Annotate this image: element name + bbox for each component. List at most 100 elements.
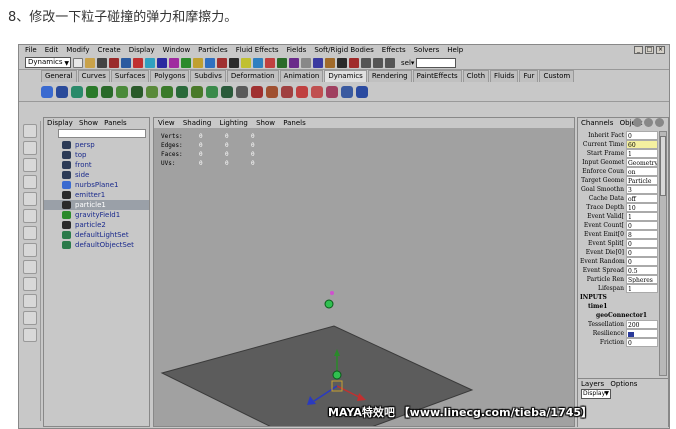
outliner-item-particle1[interactable]: particle1 xyxy=(44,200,149,210)
viewport-menu-shading[interactable]: Shading xyxy=(183,119,211,127)
menu-soft-rigid-bodies[interactable]: Soft/Rigid Bodies xyxy=(314,45,373,56)
select-by-rendering-icon[interactable] xyxy=(217,57,227,68)
channel-row[interactable]: Event Die[0] 0 xyxy=(580,248,658,257)
spring-constraint-icon[interactable] xyxy=(296,85,308,98)
select-by-curve-icon[interactable] xyxy=(169,57,179,68)
soft-body-icon[interactable] xyxy=(326,85,338,98)
select-hierarchy-icon[interactable] xyxy=(109,57,119,68)
outliner-item-defaultObjectSet[interactable]: defaultObjectSet xyxy=(44,240,149,250)
outliner-filter-field[interactable] xyxy=(58,129,146,138)
channel-row[interactable]: Particle Ren Spheres xyxy=(580,275,658,284)
tab-rendering[interactable]: Rendering xyxy=(367,70,412,82)
channel-row[interactable]: Input Geomet Geometry xyxy=(580,158,658,167)
outliner-menu-panels[interactable]: Panels xyxy=(104,119,127,127)
channel-value-field[interactable]: 60 xyxy=(626,140,658,149)
channel-row[interactable]: Event Count[0 xyxy=(580,221,658,230)
new-scene-icon[interactable] xyxy=(73,57,83,68)
select-by-dynamics-icon[interactable] xyxy=(205,57,215,68)
scrollbar-thumb[interactable] xyxy=(660,136,666,196)
layer-editor-icon[interactable] xyxy=(655,118,664,127)
select-by-joint-icon[interactable] xyxy=(157,57,167,68)
snap-view-plane-icon[interactable] xyxy=(289,57,299,68)
history-icon[interactable] xyxy=(313,57,323,68)
select-by-surface-icon[interactable] xyxy=(181,57,191,68)
tab-curves[interactable]: Curves xyxy=(77,70,110,82)
channel-value-field[interactable]: 0 xyxy=(626,221,658,230)
channel-row[interactable]: Trace Depth 10 xyxy=(580,203,658,212)
channel-value-field[interactable]: 200 xyxy=(626,320,658,329)
viewport-canvas[interactable]: Verts: 0 0 0 Edges: 0 0 0 Faces: 0 0 0 UVs: 0 0 0 xyxy=(154,128,574,428)
channel-value-field[interactable]: 0 xyxy=(626,131,658,140)
newton-field-icon[interactable] xyxy=(131,85,143,98)
channel-value-field[interactable] xyxy=(626,329,658,338)
channel-row[interactable]: Current Time 60 xyxy=(580,140,658,149)
outliner-item-particle2[interactable]: particle2 xyxy=(44,220,149,230)
tool-settings-icon[interactable] xyxy=(644,118,653,127)
select-component-icon[interactable] xyxy=(133,57,143,68)
channel-row[interactable]: Enforce Coun on xyxy=(580,167,658,176)
single-perspective-layout-icon[interactable] xyxy=(23,243,37,257)
radial-field-icon[interactable] xyxy=(146,85,158,98)
channel-row[interactable]: Event Split[0 xyxy=(580,239,658,248)
passive-rigid-icon[interactable] xyxy=(236,85,248,98)
channel-name[interactable]: Target Geome xyxy=(580,176,626,185)
menu-particles[interactable]: Particles xyxy=(198,45,228,56)
channel-box-scrollbar[interactable] xyxy=(659,131,667,376)
layer-type-select[interactable]: Display ▼ xyxy=(581,389,611,399)
channel-name[interactable]: Friction xyxy=(580,338,626,347)
tab-animation[interactable]: Animation xyxy=(279,70,324,82)
channel-row[interactable]: Goal Smoothn 3 xyxy=(580,185,658,194)
lock-selection-icon[interactable] xyxy=(241,57,251,68)
menu-help[interactable]: Help xyxy=(447,45,463,56)
rigid-body-icon[interactable] xyxy=(221,85,233,98)
gravity-field-icon[interactable] xyxy=(116,85,128,98)
channel-row[interactable]: Event Valid[1 xyxy=(580,212,658,221)
channel-value-field[interactable]: Geometry xyxy=(626,158,658,167)
channel-value-field[interactable]: 0.5 xyxy=(626,266,658,275)
layer-menu-layers[interactable]: Layers xyxy=(581,380,604,388)
tab-dynamics[interactable]: Dynamics xyxy=(324,70,367,82)
menu-fluid-effects[interactable]: Fluid Effects xyxy=(236,45,279,56)
render-current-icon[interactable] xyxy=(325,57,335,68)
outliner-item-defaultLightSet[interactable]: defaultLightSet xyxy=(44,230,149,240)
tab-custom[interactable]: Custom xyxy=(539,70,575,82)
channel-name[interactable]: Trace Depth xyxy=(580,203,626,212)
tab-subdivs[interactable]: Subdivs xyxy=(190,70,226,82)
tab-cloth[interactable]: Cloth xyxy=(462,70,490,82)
tab-general[interactable]: General xyxy=(41,70,77,82)
viewport-menu-lighting[interactable]: Lighting xyxy=(220,119,248,127)
menu-solvers[interactable]: Solvers xyxy=(414,45,440,56)
save-scene-icon[interactable] xyxy=(97,57,107,68)
four-view-layout-icon[interactable] xyxy=(23,260,37,274)
channel-row[interactable]: Start Frame 1 xyxy=(580,149,658,158)
channel-name[interactable]: Event Valid[ xyxy=(580,212,626,221)
menu-edit[interactable]: Edit xyxy=(45,45,59,56)
channel-row[interactable]: Event Spread 0.5 xyxy=(580,266,658,275)
channel-row[interactable]: Cache Data off xyxy=(580,194,658,203)
quick-select-field[interactable] xyxy=(416,57,457,68)
outliner-item-nurbsPlane1[interactable]: nurbsPlane1 xyxy=(44,180,149,190)
minimize-icon[interactable]: _ xyxy=(634,46,643,54)
select-tool-icon[interactable] xyxy=(23,124,37,138)
inputs-section-label[interactable]: INPUTS xyxy=(580,293,658,302)
channel-value-field[interactable]: 1 xyxy=(626,149,658,158)
select-misc-icon[interactable] xyxy=(229,57,239,68)
menu-file[interactable]: File xyxy=(25,45,37,56)
show-attribute-editor-icon[interactable] xyxy=(361,57,371,68)
channel-value-field[interactable]: Particle xyxy=(626,176,658,185)
select-by-handle-icon[interactable] xyxy=(145,57,155,68)
custom-layout-icon[interactable] xyxy=(23,328,37,342)
channel-name[interactable]: Event Die[0] xyxy=(580,248,626,257)
channel-name[interactable]: Event Split[ xyxy=(580,239,626,248)
channel-name[interactable]: Goal Smoothn xyxy=(580,185,626,194)
pin-constraint-icon[interactable] xyxy=(266,85,278,98)
channel-name[interactable]: Current Time xyxy=(580,140,626,149)
vortex-field-icon[interactable] xyxy=(191,85,203,98)
close-icon[interactable]: × xyxy=(656,46,665,54)
viewport-menu-show[interactable]: Show xyxy=(256,119,275,127)
hypershade-layout-icon[interactable] xyxy=(23,311,37,325)
menu-set-select[interactable]: Dynamics ▼ xyxy=(25,57,71,68)
menu-window[interactable]: Window xyxy=(163,45,191,56)
perspective-viewport[interactable]: View Shading Lighting Show Panels Verts:… xyxy=(153,117,575,428)
outliner-item-gravityField1[interactable]: gravityField1 xyxy=(44,210,149,220)
